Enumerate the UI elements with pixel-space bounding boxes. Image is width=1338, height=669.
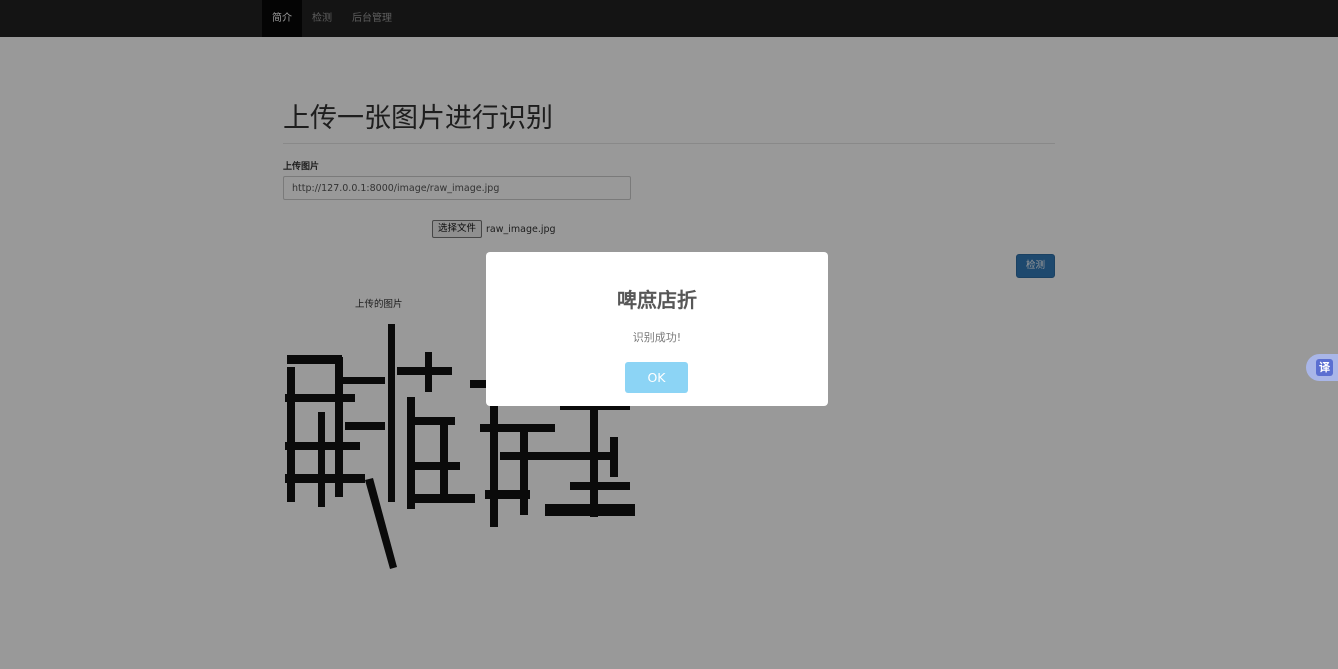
modal-title: 啤庶店折 [617, 288, 697, 312]
result-modal: 啤庶店折 识别成功! OK [486, 252, 828, 406]
ok-button[interactable]: OK [625, 362, 688, 393]
translate-tab[interactable]: 译 [1306, 354, 1338, 381]
modal-message: 识别成功! [632, 331, 682, 344]
translate-icon: 译 [1316, 359, 1333, 376]
